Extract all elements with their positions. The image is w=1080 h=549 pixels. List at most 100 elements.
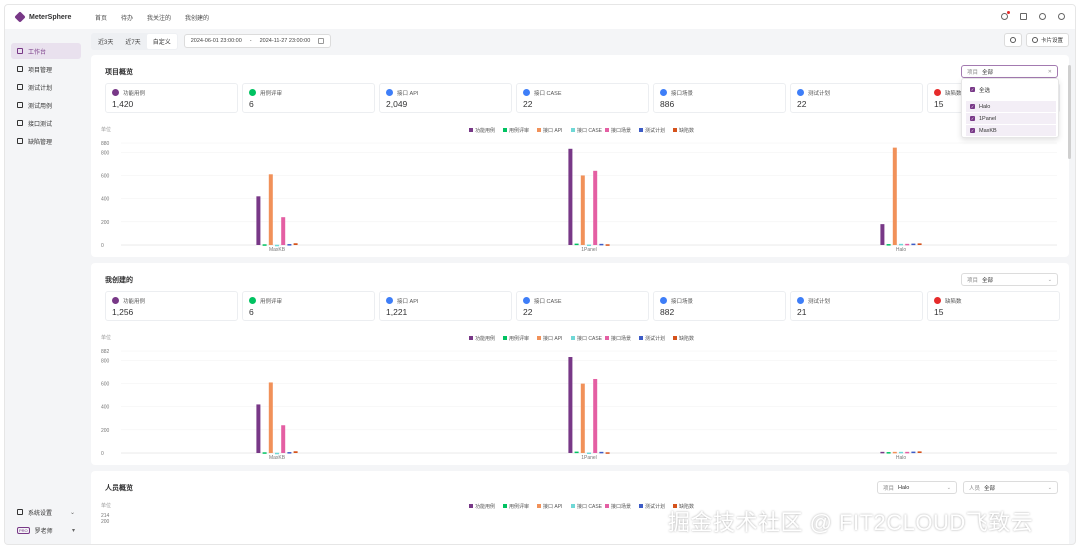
- dropdown-item-label: Halo: [979, 103, 991, 110]
- stat-card[interactable]: 用例评审 6: [242, 83, 375, 113]
- sidebar-item-project[interactable]: 项目管理: [11, 61, 81, 77]
- filter-bar: 近3天 近7天 自定义 2024-06-01 23:00:00 - 2024-1…: [91, 32, 1073, 50]
- sidebar-item-label: 工作台: [28, 49, 47, 56]
- legend-swatch: [537, 128, 541, 132]
- stat-icon: [523, 89, 530, 96]
- member-select[interactable]: 人员 全部 ⌄: [963, 481, 1058, 494]
- select-value: 全部: [982, 69, 994, 76]
- project-select[interactable]: 项目 全部 ✕: [961, 65, 1058, 78]
- stat-value: 882: [660, 307, 675, 317]
- stat-card[interactable]: 接口 API 1,221: [379, 291, 512, 321]
- tab-custom[interactable]: 自定义: [146, 33, 177, 49]
- stat-card[interactable]: 接口场景 886: [653, 83, 786, 113]
- gear-icon: [1031, 37, 1038, 43]
- task-icon[interactable]: [1020, 13, 1027, 20]
- sidebar-item-test-plan[interactable]: 测试计划: [11, 79, 81, 95]
- stat-card[interactable]: 测试计划 22: [790, 83, 923, 113]
- bell-icon[interactable]: [1001, 11, 1010, 20]
- stat-card[interactable]: 接口场景 882: [653, 291, 786, 321]
- stat-cards: 功能用例 1,256 用例评审 6 接口 API 1,221 接口 CASE 22 接口场景 88…: [105, 291, 1060, 321]
- stat-card[interactable]: 用例评审 6: [242, 291, 375, 321]
- legend-swatch: [639, 504, 643, 508]
- y-tick-label: 200: [101, 220, 110, 226]
- nav-created[interactable]: 我创建的: [185, 13, 209, 22]
- legend-label: 用例评审: [509, 127, 529, 134]
- user-menu[interactable]: PRO 罗老师 ▾: [11, 522, 81, 538]
- stat-card[interactable]: 缺陷数 15: [927, 291, 1060, 321]
- legend-swatch: [605, 336, 609, 340]
- x-tick-label: MaxKB: [269, 247, 286, 253]
- card-settings-button[interactable]: 卡片设置: [1025, 33, 1069, 47]
- legend-label: 功能用例: [475, 503, 495, 510]
- bar: [917, 451, 922, 453]
- legend-label: 用例评审: [509, 503, 529, 510]
- stat-icon: [523, 297, 530, 304]
- tab-last-3-days[interactable]: 近3天: [92, 34, 119, 49]
- nav-home[interactable]: 首页: [95, 13, 107, 22]
- language-icon[interactable]: [1058, 13, 1065, 20]
- x-tick-label: MaxKB: [269, 455, 286, 461]
- logo[interactable]: MeterSphere: [5, 11, 93, 23]
- sidebar-item-bug[interactable]: 缺陷管理: [11, 133, 81, 149]
- y-tick-label: 800: [101, 358, 110, 364]
- sidebar-item-label: 测试用例: [28, 103, 53, 110]
- stat-card[interactable]: 接口 CASE 22: [516, 83, 649, 113]
- workbench-icon: [17, 48, 23, 54]
- bar: [911, 451, 916, 454]
- date-range-picker[interactable]: 2024-06-01 23:00:00 - 2024-11-27 23:00:0…: [183, 34, 332, 48]
- stat-value: 1,221: [386, 307, 408, 317]
- sidebar-item-workbench[interactable]: 工作台: [11, 43, 81, 59]
- nav-todo[interactable]: 待办: [121, 13, 133, 22]
- stat-icon: [660, 297, 667, 304]
- stat-label: 接口 CASE: [534, 299, 562, 305]
- stat-value: 22: [523, 99, 533, 109]
- project-select[interactable]: 项目 Halo ⌄: [877, 481, 957, 494]
- nav-following[interactable]: 我关注的: [147, 13, 171, 22]
- y-tick-label: 882: [101, 349, 110, 355]
- card-settings-label: 卡片设置: [1040, 38, 1063, 44]
- bar: [281, 217, 286, 245]
- bar: [886, 244, 891, 246]
- sidebar-item-test-case[interactable]: 测试用例: [11, 97, 81, 113]
- app-window: MeterSphere 首页 待办 我关注的 我创建的 工作台 项目管理 测试计…: [4, 4, 1076, 545]
- legend-label: 接口场景: [611, 335, 631, 342]
- dropdown-item-maxkb[interactable]: ✓ MaxKB: [966, 125, 1056, 136]
- bar: [580, 383, 585, 453]
- dropdown-item-halo[interactable]: ✓ Halo: [966, 101, 1056, 112]
- stat-icon: [386, 89, 393, 96]
- stat-icon: [249, 89, 256, 96]
- api-test-icon: [17, 120, 23, 126]
- select-prefix: 人员: [969, 485, 981, 492]
- bar: [568, 357, 573, 453]
- project-select[interactable]: 项目 全部 ⌄: [961, 273, 1058, 286]
- bar: [256, 196, 261, 245]
- sidebar-item-api-test[interactable]: 接口测试: [11, 115, 81, 131]
- legend-label: 接口 API: [543, 335, 562, 342]
- legend-label: 接口 API: [543, 127, 562, 134]
- stat-card[interactable]: 测试计划 21: [790, 291, 923, 321]
- y-axis-label: 单位: [101, 334, 111, 341]
- bar: [605, 244, 610, 246]
- stat-card[interactable]: 接口 API 2,049: [379, 83, 512, 113]
- scrollbar[interactable]: [1068, 65, 1071, 159]
- refresh-button[interactable]: [1003, 33, 1022, 47]
- stat-card[interactable]: 功能用例 1,420: [105, 83, 238, 113]
- stat-value: 22: [523, 307, 533, 317]
- stat-card[interactable]: 接口 CASE 22: [516, 291, 649, 321]
- logo-text: MeterSphere: [29, 13, 72, 21]
- system-settings[interactable]: 系统设置 ⌄: [11, 504, 81, 520]
- stat-icon: [934, 297, 941, 304]
- checkbox-checked-icon: ✓: [970, 128, 975, 133]
- help-icon[interactable]: [1039, 13, 1046, 20]
- legend-swatch: [605, 504, 609, 508]
- bar: [905, 451, 910, 454]
- dropdown-item-1panel[interactable]: ✓ 1Panel: [966, 113, 1056, 124]
- checkbox-checked-icon: ✓: [970, 104, 975, 109]
- dropdown-item-select-all[interactable]: ✓ 全选: [966, 84, 1056, 95]
- stat-card[interactable]: 功能用例 1,256: [105, 291, 238, 321]
- legend-swatch: [571, 128, 575, 132]
- bar: [587, 244, 591, 247]
- x-tick-label: Halo: [896, 247, 907, 253]
- close-icon[interactable]: ✕: [1048, 69, 1052, 75]
- tab-last-7-days[interactable]: 近7天: [119, 34, 146, 49]
